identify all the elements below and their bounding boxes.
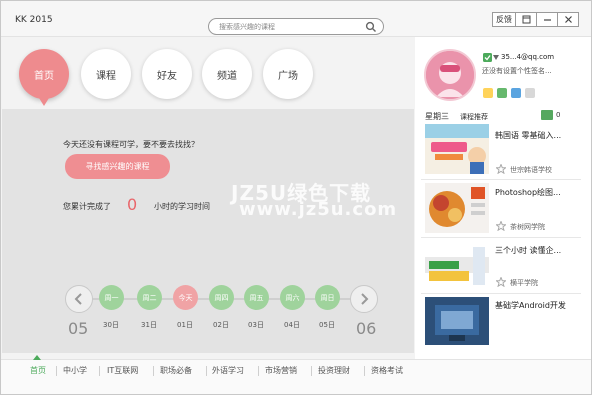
nav-channels[interactable]: 频道: [202, 49, 252, 99]
nav-friends[interactable]: 好友: [142, 49, 192, 99]
end-month: 06: [356, 319, 377, 338]
next-week-button[interactable]: [350, 285, 378, 313]
quota-badge-icon[interactable]: [511, 88, 521, 98]
skin-icon: [522, 15, 530, 24]
day-today[interactable]: 今天: [173, 285, 198, 310]
date-label: 02日: [213, 321, 229, 329]
course-title[interactable]: 基础学Android开发: [495, 300, 566, 311]
calendar-icon[interactable]: [541, 110, 553, 120]
divider: [421, 237, 581, 238]
category-home[interactable]: 首页: [30, 365, 46, 376]
category-divider: [153, 366, 154, 376]
feedback-button[interactable]: 反馈: [492, 12, 516, 27]
course-school: 茶树网学院: [510, 223, 545, 231]
day-sat[interactable]: 周六: [280, 285, 305, 310]
minimize-icon: [543, 19, 551, 21]
weekday-label: 星期三: [425, 112, 449, 121]
category-language[interactable]: 外语学习: [212, 365, 244, 376]
user-signature[interactable]: 还没有设置个性签名...: [482, 66, 552, 76]
chevron-right-icon: [361, 293, 369, 305]
level-badge-icon[interactable]: [483, 88, 493, 98]
course-school: 横平学院: [510, 279, 538, 287]
day-sun[interactable]: 周日: [315, 285, 340, 310]
course-thumbnail[interactable]: [425, 183, 489, 233]
course-title[interactable]: 三个小时 读懂企...: [495, 245, 561, 256]
category-divider: [311, 366, 312, 376]
minimize-button[interactable]: [536, 12, 558, 27]
date-label: 30日: [103, 321, 119, 329]
android-course-image: [425, 297, 489, 345]
nav-courses[interactable]: 课程: [81, 49, 131, 99]
study-suffix: 小时的学习时间: [154, 202, 210, 211]
close-icon: [564, 16, 572, 23]
category-k12[interactable]: 中小学: [63, 365, 87, 376]
nav-home[interactable]: 首页: [19, 49, 69, 106]
active-category-marker: [33, 355, 41, 360]
chevron-down-icon[interactable]: [493, 55, 499, 60]
avatar-image: [426, 51, 474, 99]
divider: [421, 179, 581, 180]
day-fri[interactable]: 周五: [244, 285, 269, 310]
verified-icon: [483, 53, 492, 62]
avatar[interactable]: [424, 49, 476, 101]
day-thu[interactable]: 周四: [209, 285, 234, 310]
study-prefix: 您累计完成了: [63, 202, 111, 211]
category-divider: [99, 366, 100, 376]
member-badge-icon[interactable]: [497, 88, 507, 98]
app-title: KK 2015: [15, 15, 53, 25]
category-finance[interactable]: 投资理财: [318, 365, 350, 376]
category-divider: [206, 366, 207, 376]
date-label: 04日: [284, 321, 300, 329]
date-label: 31日: [141, 321, 157, 329]
nav-square[interactable]: 广场: [263, 49, 313, 99]
category-divider: [364, 366, 365, 376]
divider: [421, 293, 581, 294]
category-marketing[interactable]: 市场营销: [265, 365, 297, 376]
find-courses-button[interactable]: 寻找感兴趣的课程: [65, 154, 170, 179]
course-thumbnail[interactable]: [425, 124, 489, 174]
calendar-count: 0: [556, 111, 561, 119]
study-hours: 0: [127, 195, 138, 214]
start-month: 05: [68, 319, 89, 338]
day-tue[interactable]: 周二: [137, 285, 162, 310]
date-label: 03日: [248, 321, 264, 329]
favorite-icon[interactable]: [496, 277, 506, 287]
title-bar: KK 2015 搜索感兴趣的课程 反馈: [1, 1, 591, 37]
chevron-left-icon: [74, 293, 82, 305]
category-it[interactable]: IT互联网: [107, 365, 138, 376]
course-thumbnail[interactable]: [425, 297, 489, 345]
course-school: 世宗韩语学校: [510, 166, 552, 174]
empty-prompt: 今天还没有课程可学，要不要去找找？: [63, 140, 199, 149]
user-email: 35...4@qq.com: [501, 53, 555, 61]
close-button[interactable]: [557, 12, 579, 27]
course-title[interactable]: Photoshop绘图...: [495, 187, 561, 198]
search-placeholder: 搜索感兴趣的课程: [219, 23, 275, 31]
favorite-icon[interactable]: [496, 221, 506, 231]
date-label: 05日: [319, 321, 335, 329]
category-exams[interactable]: 资格考试: [371, 365, 403, 376]
date-label: 01日: [177, 321, 193, 329]
search-icon[interactable]: [365, 21, 377, 33]
prev-week-button[interactable]: [65, 285, 93, 313]
course-title[interactable]: 韩国语 零基础入...: [495, 130, 561, 141]
app-window: KK 2015 搜索感兴趣的课程 反馈 首页 课程 好友 频道 广场 今天还没有…: [0, 0, 592, 395]
search-box[interactable]: 搜索感兴趣的课程: [208, 18, 384, 35]
category-career[interactable]: 职场必备: [160, 365, 192, 376]
photoshop-course-image: [425, 183, 489, 233]
management-course-image: [425, 241, 489, 291]
skin-button[interactable]: [515, 12, 537, 27]
course-thumbnail[interactable]: [425, 241, 489, 291]
day-mon[interactable]: 周一: [99, 285, 124, 310]
watermark-url: www.jz5u.com: [239, 199, 398, 220]
favorite-icon[interactable]: [496, 164, 506, 174]
korean-course-image: [425, 124, 489, 174]
extra-badge-icon[interactable]: [525, 88, 535, 98]
recommend-heading: 课程推荐: [460, 113, 488, 121]
category-divider: [258, 366, 259, 376]
category-divider: [56, 366, 57, 376]
